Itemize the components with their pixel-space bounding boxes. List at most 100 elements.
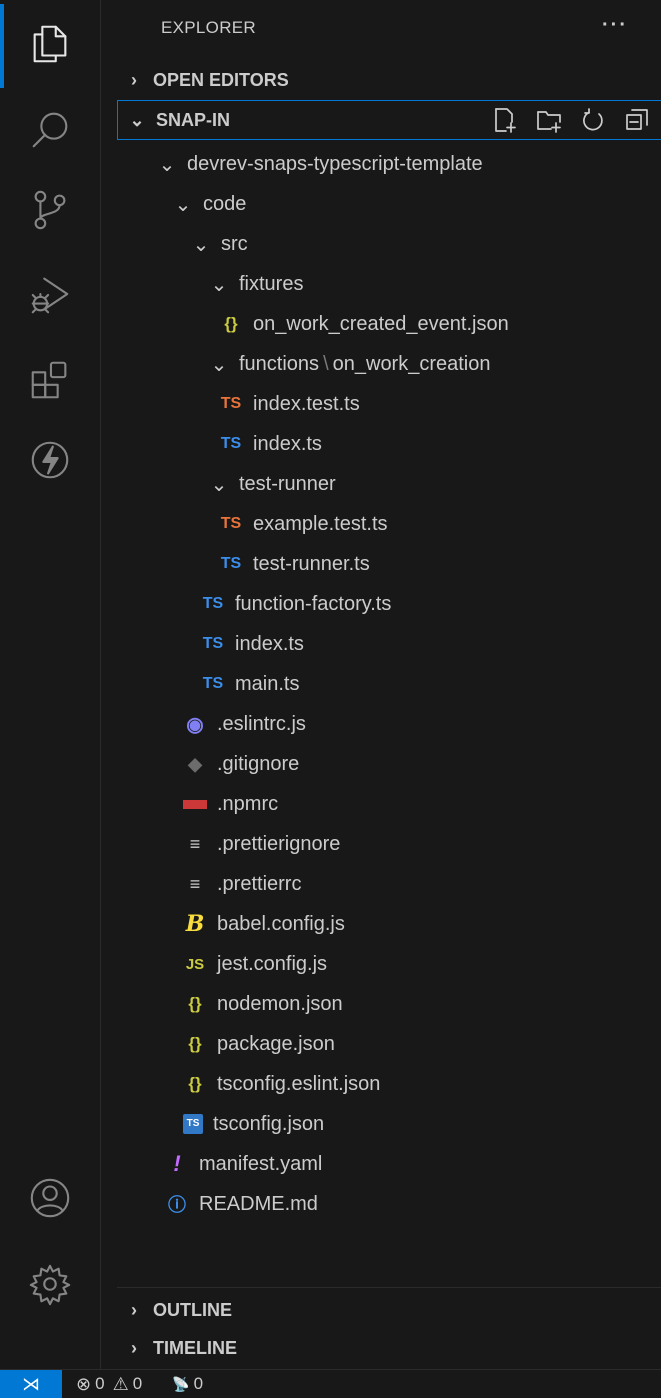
source-control-icon[interactable]: [22, 182, 78, 238]
chevron-down-icon: ⌄: [192, 233, 210, 256]
tree-file-package[interactable]: {} package.json: [183, 1024, 335, 1064]
error-count: 0: [95, 1374, 105, 1393]
js-file-icon: JS: [185, 955, 205, 973]
chevron-right-icon: ›: [131, 1299, 137, 1320]
tree-file-main[interactable]: TS main.ts: [201, 664, 300, 704]
tree-folder-fixtures[interactable]: ⌄ fixtures: [207, 264, 304, 304]
status-bar: ⋊ ⊗ 0 ⚠ 0 📡 0: [0, 1369, 661, 1398]
timeline-header[interactable]: › TIMELINE: [121, 1329, 237, 1367]
tree-folder-code[interactable]: ⌄ code: [171, 184, 247, 224]
file-label: nodemon.json: [217, 992, 343, 1015]
tree-file-nodemon[interactable]: {} nodemon.json: [183, 984, 343, 1024]
tree-file-index-ts[interactable]: TS index.ts: [219, 424, 322, 464]
tree-file-gitignore[interactable]: ◆ .gitignore: [183, 744, 299, 784]
file-label: tsconfig.json: [213, 1112, 325, 1135]
tree-folder-src[interactable]: ⌄ src: [189, 224, 248, 264]
ts-file-icon: TS: [202, 675, 224, 692]
tree-file-fixture[interactable]: {} on_work_created_event.json: [219, 304, 509, 344]
ts-file-icon: TS: [202, 595, 224, 612]
json-file-icon: {}: [224, 314, 238, 333]
tsconfig-icon: TS: [183, 1114, 203, 1134]
tree-file-eslintrc[interactable]: ◉ .eslintrc.js: [183, 704, 306, 744]
tree-folder-functions[interactable]: ⌄ functions \ on_work_creation: [207, 344, 491, 384]
file-label: README.md: [199, 1192, 318, 1215]
folder-label: src: [221, 232, 248, 255]
tree-file-jest[interactable]: JS jest.config.js: [183, 944, 327, 984]
info-icon: ⓘ: [168, 1195, 186, 1215]
file-label: index.ts: [235, 632, 304, 655]
tree-file-test-runner[interactable]: TS test-runner.ts: [219, 544, 370, 584]
remote-indicator-button[interactable]: ⋊: [0, 1370, 62, 1398]
snap-in-header[interactable]: ⌄ SNAP-IN: [117, 100, 661, 140]
timeline-label: TIMELINE: [153, 1337, 237, 1358]
open-editors-header[interactable]: › OPEN EDITORS: [121, 61, 289, 99]
snap-in-label: SNAP-IN: [156, 109, 231, 130]
ts-file-icon: TS: [220, 435, 242, 452]
tree-file-prettierignore[interactable]: ≡ .prettierignore: [183, 824, 341, 864]
yaml-icon: !: [173, 1151, 181, 1176]
remote-icon: ⋊: [22, 1373, 40, 1394]
tree-file-babel[interactable]: B babel.config.js: [183, 904, 345, 944]
open-editors-label: OPEN EDITORS: [153, 69, 289, 90]
path-separator: \: [323, 352, 329, 375]
file-label: package.json: [217, 1032, 335, 1055]
more-actions-button[interactable]: ···: [602, 14, 628, 37]
snap-in-actions: [491, 106, 651, 134]
eslint-icon: ◉: [186, 713, 204, 736]
file-label: .eslintrc.js: [217, 712, 306, 735]
divider: [117, 1287, 661, 1288]
activity-bar: [0, 0, 100, 1369]
tree-file-src-index[interactable]: TS index.ts: [201, 624, 304, 664]
new-file-icon[interactable]: [491, 106, 519, 134]
warning-count: 0: [132, 1374, 143, 1393]
problems-status[interactable]: ⊗ 0 ⚠ 0: [76, 1374, 142, 1395]
outline-label: OUTLINE: [153, 1299, 232, 1320]
tree-folder-root[interactable]: ⌄ devrev-snaps-typescript-template: [155, 144, 483, 184]
explorer-sidebar: EXPLORER ··· › OPEN EDITORS ⌄ SNAP-IN ⌄ …: [100, 0, 661, 1369]
tree-folder-test-runner[interactable]: ⌄ test-runner: [207, 464, 336, 504]
collapse-all-icon[interactable]: [623, 106, 651, 134]
tree-file-example-test[interactable]: TS example.test.ts: [219, 504, 388, 544]
file-label: test-runner.ts: [253, 552, 370, 575]
explorer-title: EXPLORER: [161, 18, 256, 37]
tree-file-function-factory[interactable]: TS function-factory.ts: [201, 584, 392, 624]
outline-header[interactable]: › OUTLINE: [121, 1291, 232, 1329]
chevron-down-icon: ⌄: [210, 473, 228, 496]
account-icon[interactable]: [22, 1170, 78, 1226]
tree-file-manifest[interactable]: ! manifest.yaml: [165, 1144, 322, 1184]
tree-file-prettierrc[interactable]: ≡ .prettierrc: [183, 864, 302, 904]
broadcast-icon: 📡: [172, 1375, 190, 1392]
ts-test-file-icon: TS: [220, 395, 242, 412]
folder-label: devrev-snaps-typescript-template: [187, 152, 483, 175]
npm-icon: [183, 799, 207, 809]
explorer-icon[interactable]: [22, 16, 78, 72]
new-folder-icon[interactable]: [535, 106, 563, 134]
devrev-lightning-icon[interactable]: [22, 432, 78, 488]
run-debug-icon[interactable]: [22, 266, 78, 322]
error-icon: ⊗: [76, 1373, 92, 1394]
file-label: function-factory.ts: [235, 592, 392, 615]
tree-file-npmrc[interactable]: .npmrc: [183, 784, 278, 824]
extensions-icon[interactable]: [22, 352, 78, 408]
ports-status[interactable]: 📡 0: [172, 1374, 203, 1394]
ts-file-icon: TS: [220, 555, 242, 572]
chevron-right-icon: ›: [131, 69, 137, 90]
file-label: .gitignore: [217, 752, 300, 775]
active-indicator: [0, 4, 4, 88]
file-label: example.test.ts: [253, 512, 388, 535]
refresh-icon[interactable]: [579, 106, 607, 134]
file-label: jest.config.js: [217, 952, 328, 975]
text-lines-icon: ≡: [189, 873, 201, 894]
ts-test-file-icon: TS: [220, 515, 242, 532]
folder-label: fixtures: [239, 272, 304, 295]
file-label: on_work_created_event.json: [253, 312, 509, 335]
tree-file-tsconfig-eslint[interactable]: {} tsconfig.eslint.json: [183, 1064, 380, 1104]
search-icon[interactable]: [22, 102, 78, 158]
chevron-down-icon: ⌄: [129, 109, 145, 130]
tree-file-readme[interactable]: ⓘ README.md: [165, 1184, 318, 1224]
settings-gear-icon[interactable]: [22, 1256, 78, 1312]
tree-file-tsconfig[interactable]: TS tsconfig.json: [183, 1104, 324, 1144]
git-icon: ◆: [188, 753, 202, 774]
file-label: babel.config.js: [217, 912, 345, 935]
tree-file-index-test[interactable]: TS index.test.ts: [219, 384, 360, 424]
